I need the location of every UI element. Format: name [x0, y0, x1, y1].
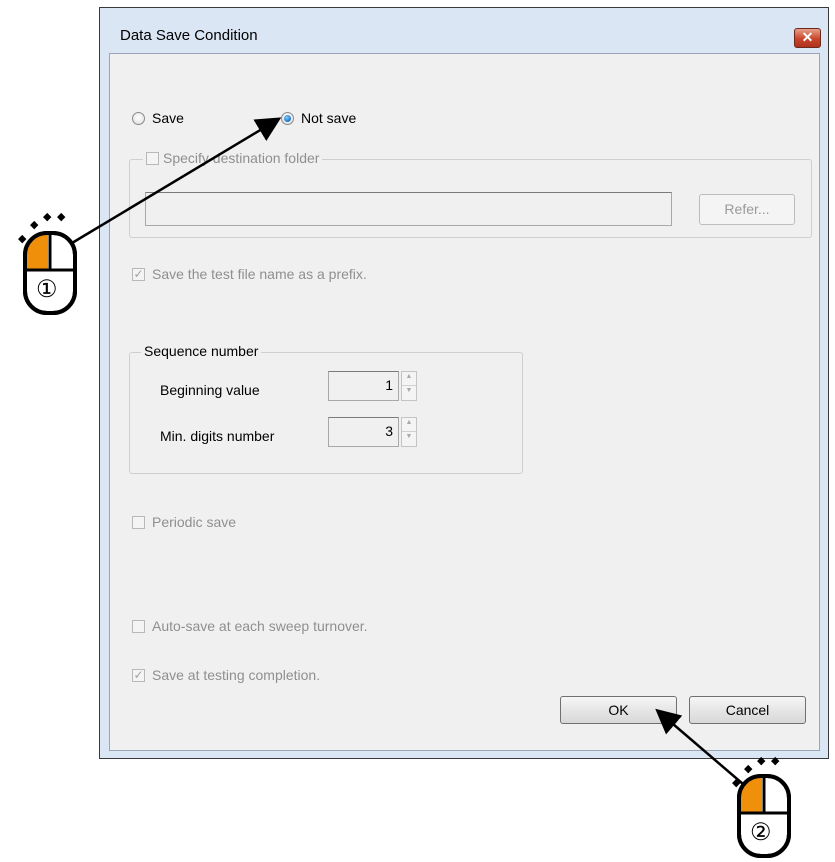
sparkle-icon: ◆	[771, 755, 780, 767]
sparkle-icon: ◆	[744, 763, 753, 775]
sparkle-icon: ◆	[18, 233, 27, 245]
sparkle-icon: ◆	[757, 755, 766, 767]
arrow-to-not-save	[71, 117, 282, 245]
step-1-label: ①	[36, 276, 58, 303]
sparkle-icon: ◆	[43, 211, 52, 223]
sparkle-icon: ◆	[30, 219, 39, 231]
sparkle-icon: ◆	[732, 777, 741, 789]
step-2-label: ②	[750, 819, 772, 846]
sparkle-icon: ◆	[57, 211, 66, 223]
annotation-arrows	[71, 117, 751, 791]
